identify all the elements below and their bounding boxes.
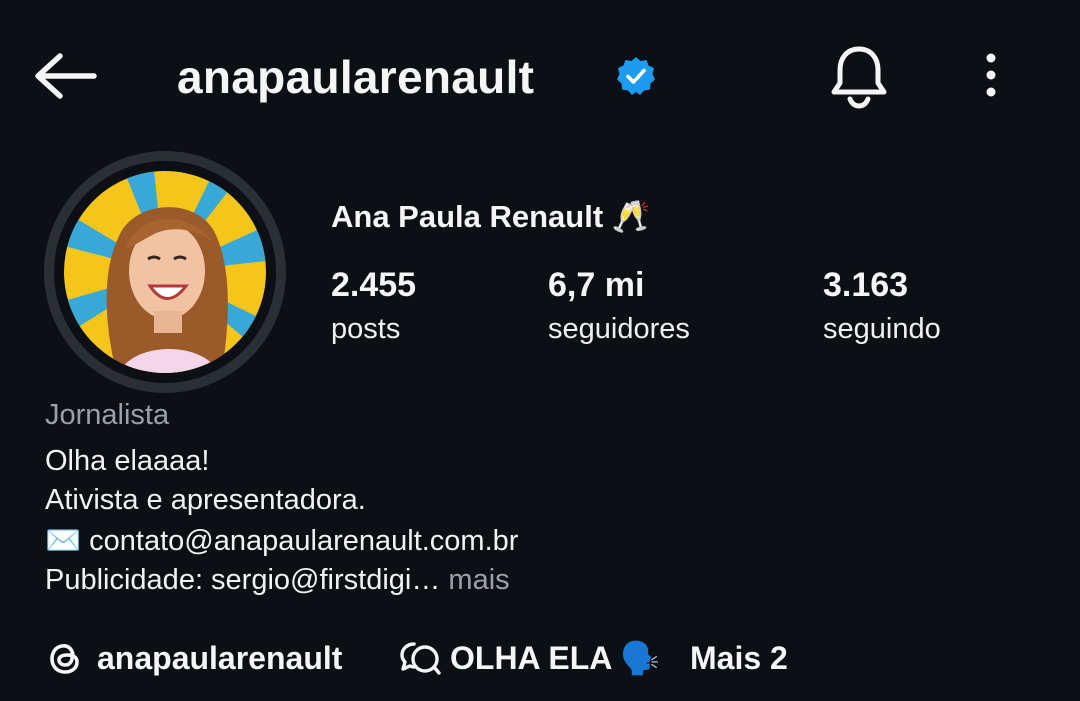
stat-followers-value: 6,7 mi xyxy=(548,266,645,304)
broadcast-channel-link[interactable]: OLHA ELA 🗣️ xyxy=(398,636,660,680)
bio-more-link[interactable]: mais xyxy=(448,564,509,596)
bell-icon xyxy=(831,46,887,109)
verified-badge-icon xyxy=(615,55,657,97)
notifications-button[interactable] xyxy=(828,43,890,109)
profile-username: anapaularenault xyxy=(177,51,535,103)
profile-category: Jornalista xyxy=(45,399,170,431)
channel-name: OLHA ELA 🗣️ xyxy=(450,640,660,676)
stat-following-label: seguindo xyxy=(823,313,941,345)
stat-following-value: 3.163 xyxy=(823,266,909,304)
bio-email-line[interactable]: ✉️ contato@anapaularenault.com.br xyxy=(45,524,518,558)
back-button[interactable] xyxy=(30,48,100,104)
stat-followers[interactable]: 6,7 mi seguidores xyxy=(548,266,690,346)
bio-line: Olha elaaaa! xyxy=(45,445,210,477)
more-links-button[interactable]: Mais 2 xyxy=(690,640,788,677)
threads-handle: anapaularenault xyxy=(97,639,343,676)
bio-line: Publicidade: sergio@firstdigi… xyxy=(45,564,441,596)
back-arrow-icon xyxy=(35,53,97,99)
threads-link[interactable]: anapaularenault xyxy=(45,636,342,680)
stat-posts-value: 2.455 xyxy=(331,266,417,304)
display-name: Ana Paula Renault 🥂 xyxy=(331,199,651,234)
stat-posts[interactable]: 2.455 posts xyxy=(331,266,416,346)
more-options-button[interactable] xyxy=(976,52,1006,100)
channel-chat-icon xyxy=(400,642,441,675)
stat-followers-label: seguidores xyxy=(548,313,690,345)
bio-line: Ativista e apresentadora. xyxy=(45,484,366,516)
stat-following[interactable]: 3.163 seguindo xyxy=(823,266,941,346)
threads-icon xyxy=(50,644,79,674)
more-vertical-icon xyxy=(986,53,996,97)
bio-line-truncated: Publicidade: sergio@firstdigi… mais xyxy=(45,564,510,597)
avatar[interactable] xyxy=(64,171,266,373)
stat-posts-label: posts xyxy=(331,313,401,345)
